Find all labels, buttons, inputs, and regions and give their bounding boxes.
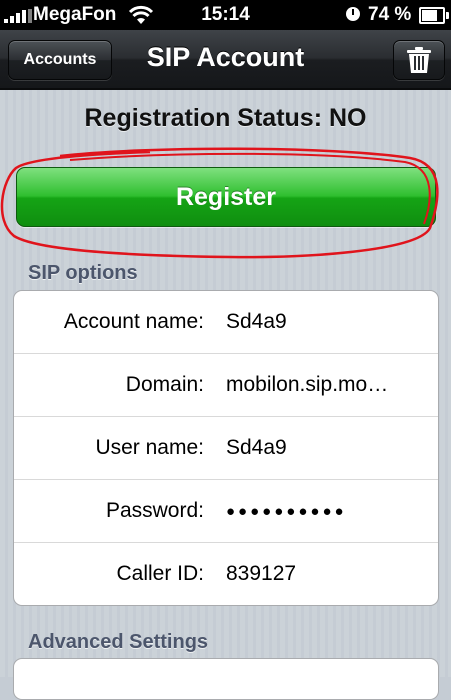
accounts-back-button[interactable]: Accounts: [8, 40, 112, 80]
advanced-settings-group[interactable]: [13, 658, 439, 700]
user-name-label: User name:: [95, 436, 204, 459]
password-value[interactable]: ●●●●●●●●●●: [226, 503, 416, 520]
status-bar: MegaFon 15:14 74 %: [0, 0, 451, 30]
register-button[interactable]: Register: [16, 167, 436, 227]
domain-label: Domain:: [125, 373, 204, 396]
user-name-value[interactable]: Sd4a9: [226, 436, 416, 460]
alarm-clock-icon: [346, 7, 360, 21]
account-name-label: Account name:: [63, 310, 204, 333]
domain-row[interactable]: Domain: mobilon.sip.mo…: [14, 354, 438, 417]
battery-percent: 74 %: [368, 4, 412, 25]
registration-status: Registration Status: NO: [84, 104, 367, 132]
password-row[interactable]: Password: ●●●●●●●●●●: [14, 480, 438, 543]
account-name-row[interactable]: Account name: Sd4a9: [14, 291, 438, 354]
caller-id-label: Caller ID:: [116, 562, 204, 585]
advanced-settings-header: Advanced Settings: [28, 631, 209, 653]
user-name-row[interactable]: User name: Sd4a9: [14, 417, 438, 480]
caller-id-row[interactable]: Caller ID: 839127: [14, 543, 438, 605]
domain-value[interactable]: mobilon.sip.mo…: [226, 373, 416, 397]
page-title: SIP Account: [146, 42, 305, 72]
delete-account-button[interactable]: [393, 40, 445, 80]
battery-icon: [419, 7, 449, 24]
account-name-value[interactable]: Sd4a9: [226, 310, 416, 334]
sip-options-header: SIP options: [28, 262, 138, 284]
sip-options-group: Account name: Sd4a9 Domain: mobilon.sip.…: [13, 290, 439, 606]
caller-id-value[interactable]: 839127: [226, 562, 416, 586]
trash-icon: [407, 47, 431, 73]
password-label: Password:: [105, 499, 204, 522]
navigation-bar: Accounts SIP Account: [0, 30, 451, 90]
